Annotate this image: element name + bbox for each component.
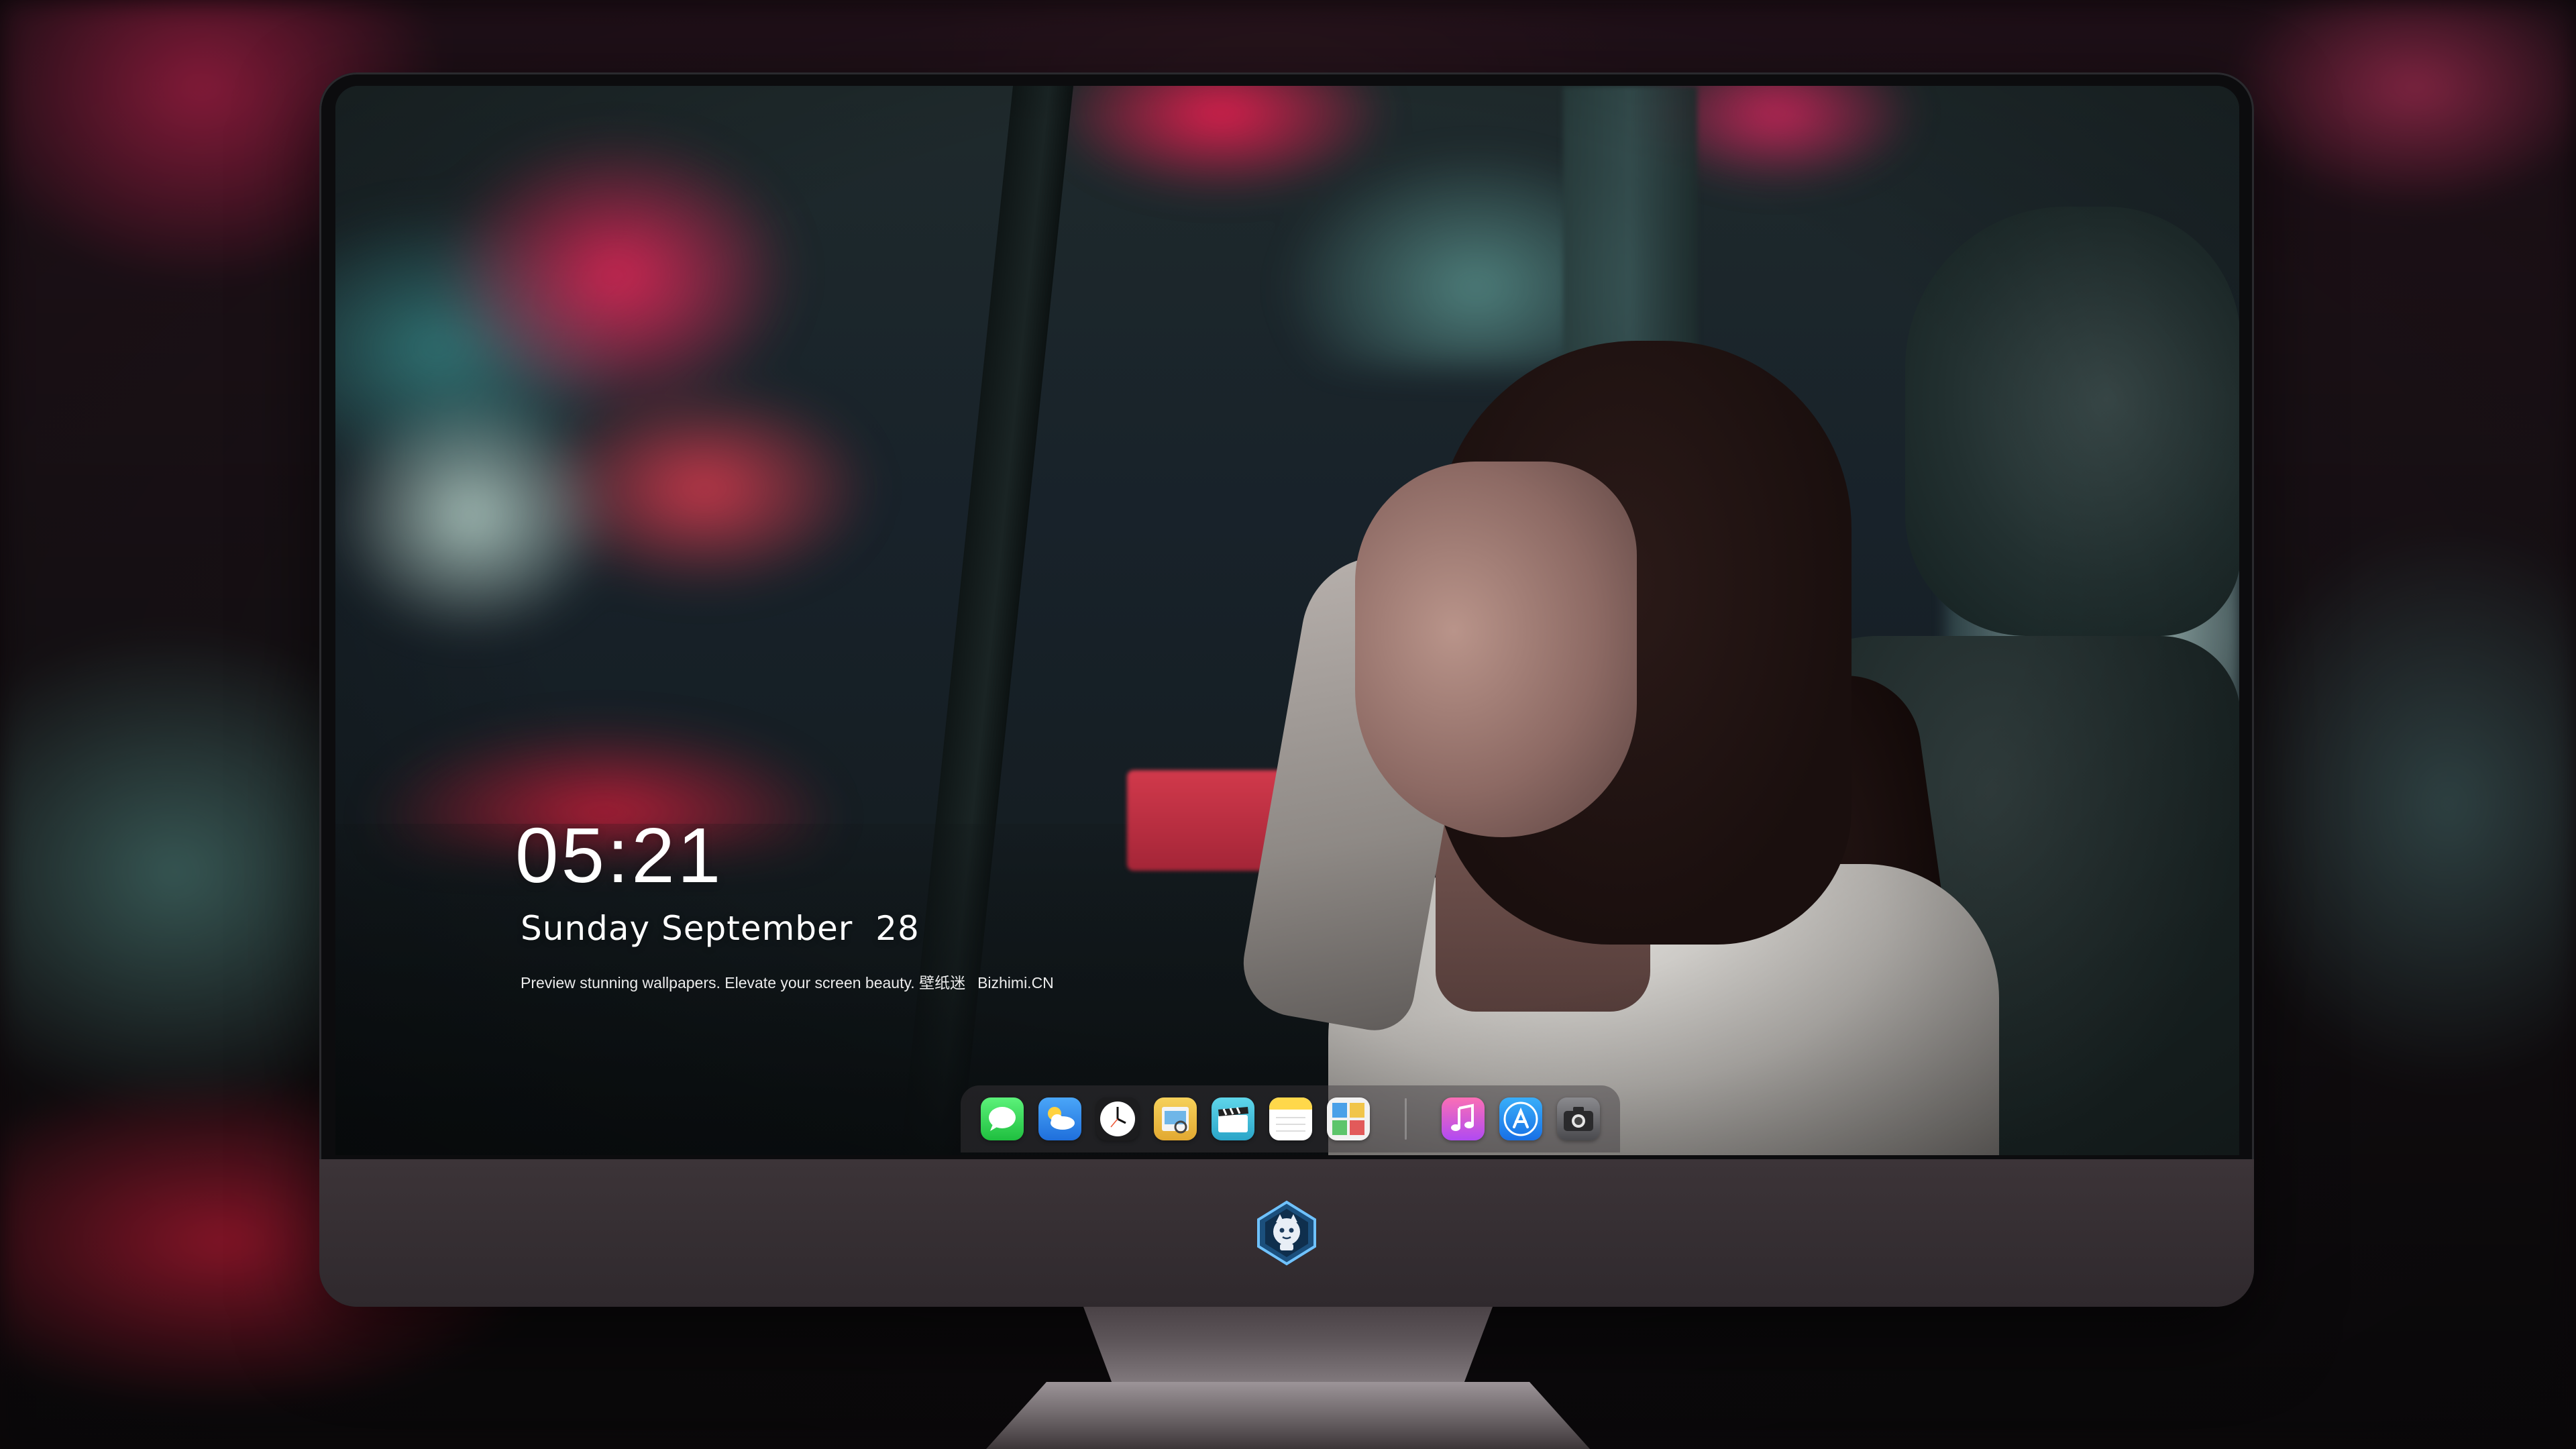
clock-icon[interactable] xyxy=(1096,1097,1139,1140)
screen: 05:21 Sunday September 28 Preview stunni… xyxy=(335,86,2239,1155)
camera-icon[interactable] xyxy=(1557,1097,1600,1140)
weather-icon[interactable] xyxy=(1038,1097,1081,1140)
dock-divider xyxy=(1405,1098,1407,1140)
music-icon[interactable] xyxy=(1442,1097,1485,1140)
notes-icon[interactable] xyxy=(1269,1097,1312,1140)
monitor-stand-base xyxy=(986,1382,1590,1449)
video-clapper-icon[interactable] xyxy=(1212,1097,1254,1140)
wallpaper xyxy=(335,86,2239,1155)
tagline-brand-cn: 壁纸迷 xyxy=(919,974,966,991)
messages-icon[interactable] xyxy=(981,1097,1024,1140)
tagline-text: Preview stunning wallpapers. Elevate you… xyxy=(521,974,915,991)
scene: 05:21 Sunday September 28 Preview stunni… xyxy=(0,0,2576,1449)
dock xyxy=(961,1085,1620,1152)
wallpaper-vignette xyxy=(335,86,2239,1155)
lock-screen-time: 05:21 xyxy=(515,812,724,899)
app-store-icon[interactable] xyxy=(1499,1097,1542,1140)
lock-screen-date: Sunday September 28 xyxy=(521,909,920,948)
monitor-stand-neck xyxy=(1083,1307,1493,1394)
tagline-brand-site[interactable]: Bizhimi.CN xyxy=(977,974,1054,991)
preview-icon[interactable] xyxy=(1154,1097,1197,1140)
brand-logo xyxy=(1253,1199,1320,1267)
wallpaper-tagline: Preview stunning wallpapers. Elevate you… xyxy=(521,970,1054,993)
photo-booth-icon[interactable] xyxy=(1327,1097,1370,1140)
